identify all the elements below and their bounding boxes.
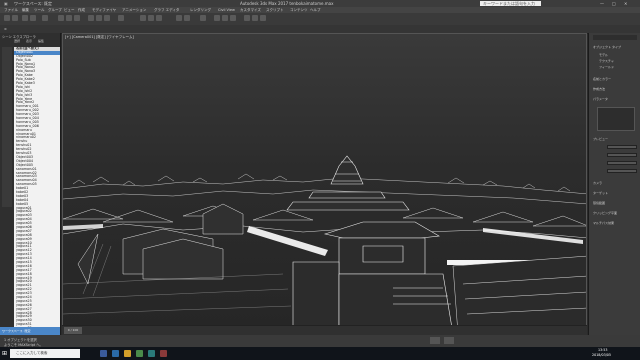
- section-clipping[interactable]: クリッピング平面: [593, 211, 617, 215]
- next-frame-icon[interactable]: [444, 337, 454, 344]
- frame-counter[interactable]: 0 / 100: [64, 327, 82, 334]
- section-environment[interactable]: 環境範囲: [593, 201, 605, 205]
- section-creation-method[interactable]: 作成方法: [593, 87, 605, 91]
- taskbar-search-input[interactable]: ここに入力して検索: [10, 349, 80, 358]
- taskbar-date[interactable]: 2018/03/05: [592, 353, 611, 357]
- 3dsmax-icon[interactable]: [148, 350, 155, 357]
- play-icon[interactable]: [430, 337, 440, 344]
- select-icon[interactable]: [58, 15, 64, 21]
- material-editor-icon[interactable]: [230, 15, 236, 21]
- section-name-color[interactable]: 名前とカラー: [593, 77, 611, 81]
- tab-select[interactable]: 選択: [14, 39, 20, 43]
- preview-button[interactable]: [607, 145, 637, 149]
- radio-model[interactable]: モデル: [599, 53, 608, 57]
- section-camera[interactable]: カメラ: [593, 181, 602, 185]
- status-bar: 1 オブジェクトを選択 ようこそ MAXScript へ。: [0, 335, 640, 347]
- mirror-icon[interactable]: [176, 15, 182, 21]
- title-bar: ▣ ワークスペース: 既定 Autodesk 3ds Max 2017 tenb…: [0, 0, 640, 7]
- camera-viewport[interactable]: [+] [Camera001] [既定] [ワイヤフレーム]: [62, 33, 587, 335]
- scene-tree[interactable]: 名前(並べ替え) Object001 Object002 Polo_Sub Polo_…: [14, 47, 60, 333]
- section-preview[interactable]: プレビュー: [593, 137, 608, 141]
- radio-texture[interactable]: テクスチャ: [599, 59, 614, 63]
- maximize-icon[interactable]: □: [612, 1, 616, 6]
- minimize-icon[interactable]: —: [600, 1, 604, 6]
- command-panel-tabs[interactable]: [593, 35, 637, 40]
- move-icon[interactable]: [88, 15, 94, 21]
- section-multipass[interactable]: マルチパス効果: [593, 221, 614, 225]
- edge-icon[interactable]: [112, 350, 119, 357]
- menu-civil-view[interactable]: Civil View: [218, 8, 235, 12]
- windows-start-icon[interactable]: ⊞: [2, 350, 7, 357]
- undo-icon[interactable]: [4, 15, 10, 21]
- curve-editor-icon[interactable]: [214, 15, 220, 21]
- layer-icon[interactable]: [200, 15, 206, 21]
- workspace-tab[interactable]: ワークスペース: 既定: [0, 327, 60, 335]
- rotate-icon[interactable]: [96, 15, 102, 21]
- render-icon[interactable]: [260, 15, 266, 21]
- windows-taskbar: ⊞ ここに入力して検索 13:53 2018/03/05: [0, 347, 640, 360]
- task-view-icon[interactable]: [100, 350, 107, 357]
- angle-snap-icon[interactable]: [148, 15, 154, 21]
- explorer-icon[interactable]: [124, 350, 131, 357]
- tab-display[interactable]: 表示: [26, 39, 32, 43]
- window-title: Autodesk 3ds Max 2017 tenbokaimatome.max: [240, 1, 334, 6]
- command-panel: オブジェクト タイプ モデル テクスチャ フィールド 名前とカラー 作成方法 パ…: [588, 33, 640, 335]
- redo-icon[interactable]: [12, 15, 18, 21]
- ribbon-tab-modeling[interactable]: ≡: [4, 27, 7, 31]
- scale-icon[interactable]: [104, 15, 110, 21]
- align-icon[interactable]: [184, 15, 190, 21]
- keyframe-button[interactable]: [607, 153, 637, 157]
- close-icon[interactable]: ✕: [624, 1, 627, 6]
- store-icon[interactable]: [136, 350, 143, 357]
- radio-field[interactable]: フィールド: [599, 65, 614, 69]
- tab-edit[interactable]: 編集: [38, 39, 44, 43]
- reference-coordinate-icon[interactable]: [118, 15, 124, 21]
- app-icon-2[interactable]: [160, 350, 167, 357]
- section-target[interactable]: ターゲット: [593, 191, 608, 195]
- filter-dropdown-icon[interactable]: [42, 15, 48, 21]
- search-input[interactable]: キーワードまたは語句を入力: [480, 1, 541, 6]
- camera-correction-button[interactable]: [607, 161, 637, 165]
- snap-icon[interactable]: [140, 15, 146, 21]
- preview-swatch: [597, 107, 635, 131]
- percent-snap-icon[interactable]: [156, 15, 162, 21]
- link-icon[interactable]: [22, 15, 28, 21]
- select-by-name-icon[interactable]: [66, 15, 72, 21]
- wireframe-scene: [63, 155, 586, 334]
- region-select-icon[interactable]: [74, 15, 80, 21]
- render-frame-icon[interactable]: [252, 15, 258, 21]
- explorer-side-toolbar: [2, 47, 12, 207]
- unlink-icon[interactable]: [30, 15, 36, 21]
- schematic-view-icon[interactable]: [222, 15, 228, 21]
- section-object-type[interactable]: オブジェクト タイプ: [593, 45, 621, 49]
- section-parameters[interactable]: パラメータ: [593, 97, 608, 101]
- scene-explorer: シーン エクスプローラ 選択 表示 編集 名前(並べ替え) Object001 O…: [0, 33, 61, 335]
- app-icon[interactable]: ▣: [4, 1, 8, 6]
- render-button[interactable]: [607, 169, 637, 173]
- taskbar-time[interactable]: 13:53: [598, 348, 608, 352]
- render-setup-icon[interactable]: [244, 15, 250, 21]
